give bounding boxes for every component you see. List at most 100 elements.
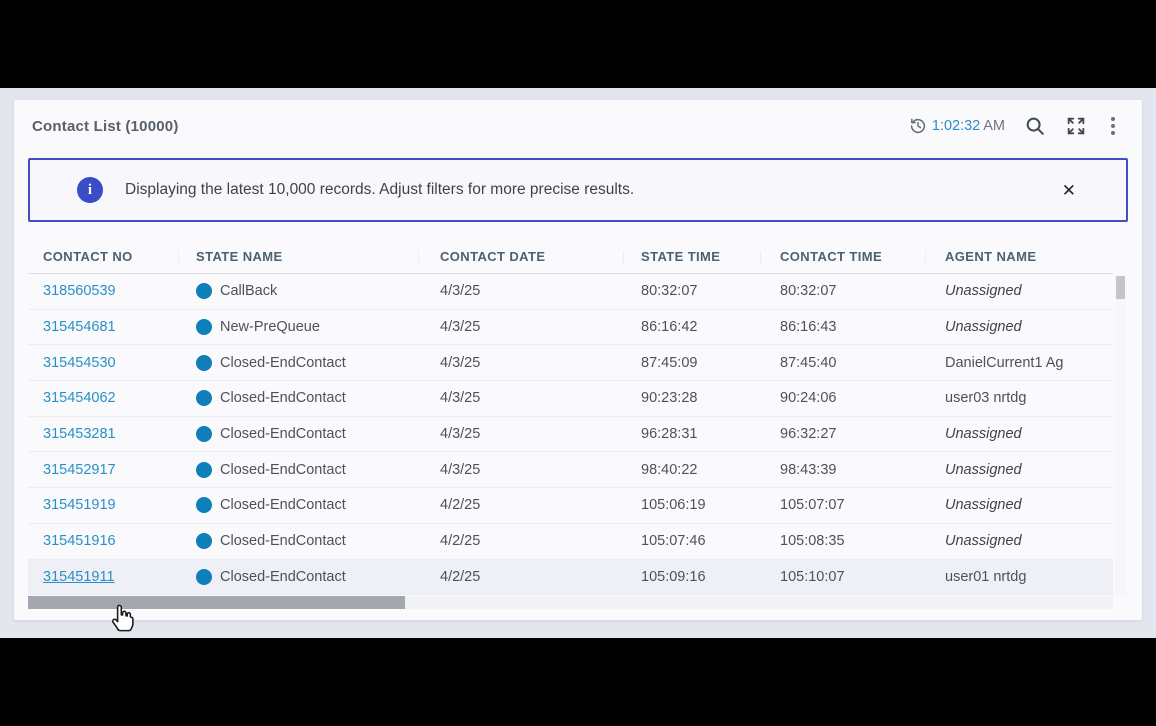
contact-no-link[interactable]: 315452917 — [43, 462, 116, 478]
contact-date-cell: 4/2/25 — [418, 524, 623, 559]
contact-date-cell: 4/3/25 — [418, 345, 623, 380]
contact-no-link[interactable]: 315454530 — [43, 355, 116, 371]
state-time-cell: 80:32:07 — [623, 274, 760, 309]
contact-date-cell: 4/3/25 — [418, 417, 623, 452]
vertical-scrollbar-track[interactable] — [1115, 275, 1126, 596]
agent-name-cell: Unassigned — [925, 452, 1113, 487]
table-row[interactable]: 315453281 Closed-EndContact 4/3/25 96:28… — [28, 417, 1113, 453]
contact-no-cell: 315451916 — [28, 524, 178, 559]
contact-no-cell: 318560539 — [28, 274, 178, 309]
table-row[interactable]: 315454062 Closed-EndContact 4/3/25 90:23… — [28, 381, 1113, 417]
table-row[interactable]: 315452917 Closed-EndContact 4/3/25 98:40… — [28, 452, 1113, 488]
search-icon[interactable] — [1024, 115, 1046, 137]
table-row[interactable]: 315454681 New-PreQueue 4/3/25 86:16:42 8… — [28, 310, 1113, 346]
agent-name-cell: Unassigned — [925, 524, 1113, 559]
contact-no-cell: 315454062 — [28, 381, 178, 416]
state-name-cell: Closed-EndContact — [178, 452, 418, 487]
state-name-cell: Closed-EndContact — [178, 345, 418, 380]
bottom-letterbox-bar — [0, 638, 1156, 726]
contact-no-cell: 315454530 — [28, 345, 178, 380]
vertical-scrollbar-thumb[interactable] — [1116, 276, 1125, 299]
contact-time-cell: 105:07:07 — [760, 488, 925, 523]
state-time-cell: 90:23:28 — [623, 381, 760, 416]
table-header-row: CONTACT NO STATE NAME CONTACT DATE STATE… — [28, 240, 1113, 274]
contact-no-cell: 315451919 — [28, 488, 178, 523]
column-header-state-time[interactable]: STATE TIME — [623, 240, 760, 273]
state-name-label: Closed-EndContact — [220, 462, 346, 478]
page-background: Contact List (10000) 1:02:32AM — [0, 88, 1156, 638]
contact-time-cell: 96:32:27 — [760, 417, 925, 452]
table-row[interactable]: 315454530 Closed-EndContact 4/3/25 87:45… — [28, 345, 1113, 381]
banner-message: Displaying the latest 10,000 records. Ad… — [125, 181, 1062, 199]
timestamp-time: 1:02:32 — [932, 118, 980, 134]
state-name-cell: CallBack — [178, 274, 418, 309]
info-icon: i — [77, 177, 103, 203]
state-time-cell: 105:09:16 — [623, 560, 760, 595]
contact-time-cell: 105:10:07 — [760, 560, 925, 595]
contact-no-link[interactable]: 315454062 — [43, 390, 116, 406]
state-name-cell: New-PreQueue — [178, 310, 418, 345]
contact-no-link[interactable]: 315451916 — [43, 533, 116, 549]
agent-name-cell: Unassigned — [925, 488, 1113, 523]
state-time-cell: 96:28:31 — [623, 417, 760, 452]
contact-time-cell: 98:43:39 — [760, 452, 925, 487]
contact-no-link[interactable]: 315453281 — [43, 426, 116, 442]
state-dot-icon — [196, 319, 212, 335]
contact-list-card: Contact List (10000) 1:02:32AM — [14, 100, 1142, 620]
column-header-contact-no[interactable]: CONTACT NO — [28, 240, 178, 273]
column-header-agent-name[interactable]: AGENT NAME — [925, 240, 1113, 273]
contact-no-link[interactable]: 315451911 — [43, 569, 115, 585]
column-header-contact-time[interactable]: CONTACT TIME — [760, 240, 925, 273]
state-time-cell: 105:06:19 — [623, 488, 760, 523]
table-row[interactable]: 318560539 CallBack 4/3/25 80:32:07 80:32… — [28, 274, 1113, 310]
contact-date-cell: 4/2/25 — [418, 560, 623, 595]
state-name-label: CallBack — [220, 283, 277, 299]
contact-no-link[interactable]: 318560539 — [43, 283, 116, 299]
contact-no-cell: 315452917 — [28, 452, 178, 487]
contact-table: CONTACT NO STATE NAME CONTACT DATE STATE… — [28, 240, 1113, 595]
kebab-menu-icon[interactable] — [1106, 117, 1120, 135]
state-name-cell: Closed-EndContact — [178, 560, 418, 595]
contact-time-cell: 87:45:40 — [760, 345, 925, 380]
refresh-time-control[interactable]: 1:02:32AM — [909, 117, 1005, 135]
contact-date-cell: 4/3/25 — [418, 310, 623, 345]
table-row[interactable]: 315451916 Closed-EndContact 4/2/25 105:0… — [28, 524, 1113, 560]
column-header-state-name[interactable]: STATE NAME — [178, 240, 418, 273]
contact-no-cell: 315453281 — [28, 417, 178, 452]
contact-no-link[interactable]: 315451919 — [43, 497, 116, 513]
contact-date-cell: 4/3/25 — [418, 381, 623, 416]
state-time-cell: 98:40:22 — [623, 452, 760, 487]
state-dot-icon — [196, 355, 212, 371]
contact-no-cell: 315451911 — [28, 560, 178, 595]
horizontal-scrollbar-track[interactable] — [28, 596, 1113, 609]
info-banner: i Displaying the latest 10,000 records. … — [28, 158, 1128, 222]
state-time-cell: 105:07:46 — [623, 524, 760, 559]
state-name-label: Closed-EndContact — [220, 355, 346, 371]
state-name-cell: Closed-EndContact — [178, 381, 418, 416]
state-name-label: Closed-EndContact — [220, 569, 346, 585]
contact-time-cell: 105:08:35 — [760, 524, 925, 559]
state-name-label: Closed-EndContact — [220, 497, 346, 513]
state-name-label: Closed-EndContact — [220, 533, 346, 549]
timestamp-meridiem: AM — [983, 118, 1005, 134]
agent-name-cell: Unassigned — [925, 274, 1113, 309]
state-name-cell: Closed-EndContact — [178, 524, 418, 559]
header-actions: 1:02:32AM — [909, 115, 1120, 137]
column-header-contact-date[interactable]: CONTACT DATE — [418, 240, 623, 273]
horizontal-scrollbar-thumb[interactable] — [28, 596, 405, 609]
agent-name-cell: DanielCurrent1 Ag — [925, 345, 1113, 380]
close-icon[interactable]: ✕ — [1062, 182, 1076, 199]
table-row[interactable]: 315451911 Closed-EndContact 4/2/25 105:0… — [28, 560, 1113, 596]
agent-name-cell: user01 nrtdg — [925, 560, 1113, 595]
top-letterbox-bar — [0, 0, 1156, 88]
table-row[interactable]: 315451919 Closed-EndContact 4/2/25 105:0… — [28, 488, 1113, 524]
state-dot-icon — [196, 462, 212, 478]
expand-icon[interactable] — [1065, 115, 1087, 137]
contact-date-cell: 4/3/25 — [418, 274, 623, 309]
contact-time-cell: 86:16:43 — [760, 310, 925, 345]
state-name-cell: Closed-EndContact — [178, 417, 418, 452]
card-header: Contact List (10000) 1:02:32AM — [14, 100, 1142, 152]
contact-no-link[interactable]: 315454681 — [43, 319, 116, 335]
table-body: 318560539 CallBack 4/3/25 80:32:07 80:32… — [28, 274, 1113, 595]
state-dot-icon — [196, 390, 212, 406]
